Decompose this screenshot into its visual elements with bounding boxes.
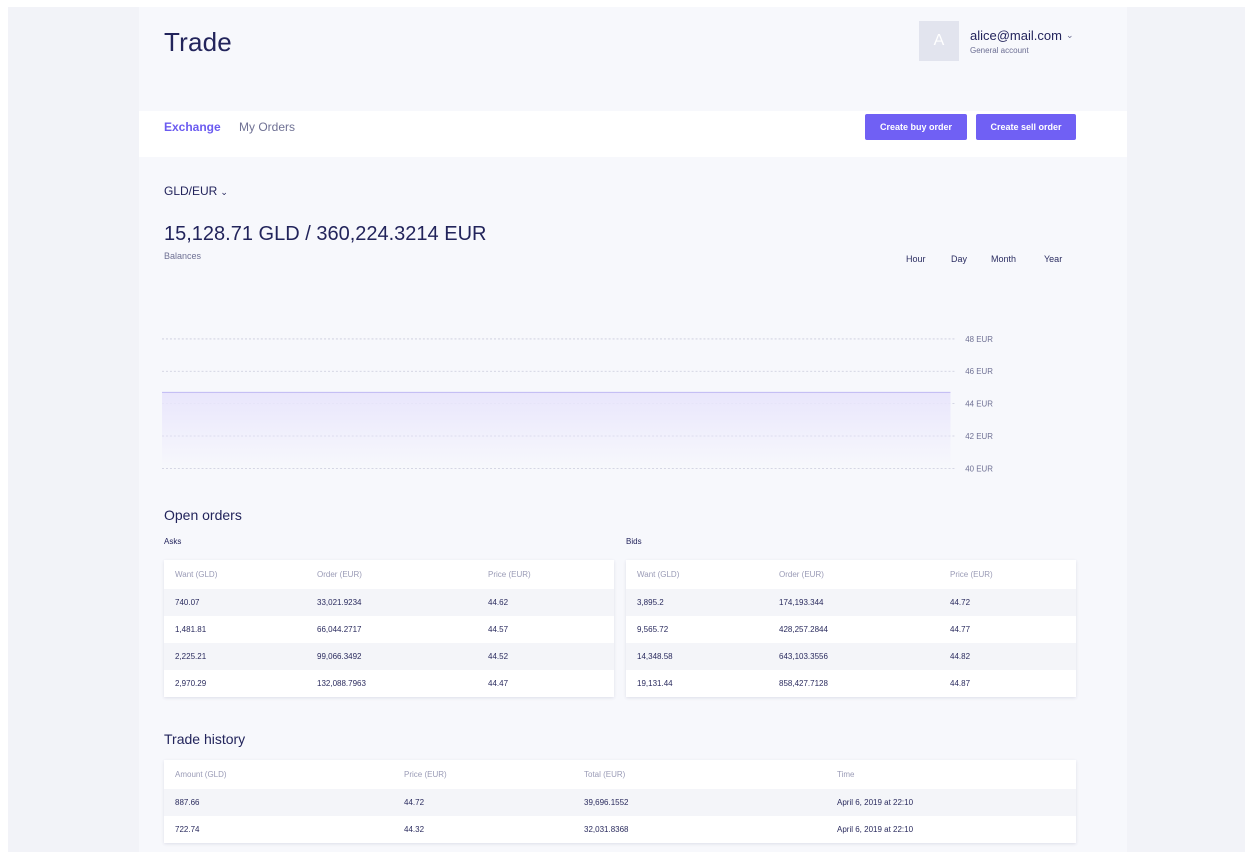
column-header[interactable]: Time [837,760,854,789]
table-cell: 2,225.21 [175,652,207,661]
table-cell: 19,131.44 [637,679,673,688]
column-header[interactable]: Want (GLD) [637,560,679,589]
avatar-initial: A [933,32,945,49]
table-cell: 32,031.8368 [584,825,629,834]
table-cell: 44.87 [950,679,971,688]
table-cell: 44.57 [488,625,509,634]
chevron-down-icon: ⌄ [220,187,228,197]
tab-exchange[interactable]: Exchange [164,120,221,134]
range-day[interactable]: Day [951,254,967,264]
table-row[interactable]: 14,348.58 643,103.3556 44.82 [626,643,1076,670]
table-cell: 14,348.58 [637,652,673,661]
asks-label: Asks [164,537,182,546]
table-row[interactable]: 2,225.21 99,066.3492 44.52 [164,643,614,670]
table-cell: 858,427.7128 [779,679,828,688]
column-header[interactable]: Price (EUR) [488,560,531,589]
range-year[interactable]: Year [1044,254,1062,264]
account-menu[interactable]: alice@mail.com ⌄ [970,28,1074,43]
table-row[interactable]: 1,481.81 66,044.2717 44.57 [164,616,614,643]
tab-my-orders[interactable]: My Orders [239,120,295,134]
table-cell: 740.07 [175,598,200,607]
avatar[interactable]: A [919,21,959,61]
trade-history-title: Trade history [164,731,246,747]
column-header[interactable]: Order (EUR) [317,560,362,589]
pair-selector[interactable]: GLD/EUR ⌄ [164,184,228,198]
column-header[interactable]: Total (EUR) [584,760,625,789]
table-cell: 2,970.29 [175,679,207,688]
table-cell: 39,696.1552 [584,798,629,807]
table-row[interactable]: 740.07 33,021.9234 44.62 [164,589,614,616]
table-header-row: Want (GLD) Order (EUR) Price (EUR) [164,560,614,589]
table-cell: 643,103.3556 [779,652,828,661]
table-row[interactable]: 2,970.29 132,088.7963 44.47 [164,670,614,697]
bids-label: Bids [626,537,642,546]
table-cell: 66,044.2717 [317,625,362,634]
table-cell: 44.77 [950,625,971,634]
table-cell: 44.72 [404,798,425,807]
table-cell: April 6, 2019 at 22:10 [837,825,914,834]
table-cell: 44.82 [950,652,971,661]
table-cell: 1,481.81 [175,625,207,634]
range-month[interactable]: Month [991,254,1016,264]
table-row[interactable]: 3,895.2 174,193.344 44.72 [626,589,1076,616]
table-cell: 44.32 [404,825,425,834]
table-row[interactable]: 9,565.72 428,257.2844 44.77 [626,616,1076,643]
user-email: alice@mail.com [970,28,1062,43]
page-title: Trade [164,27,232,57]
trade-history-table: Amount (GLD) Price (EUR) Total (EUR) Time 88… [164,760,1076,843]
table-cell: 99,066.3492 [317,652,362,661]
table-cell: 44.72 [950,598,971,607]
create-sell-order-button[interactable]: Create sell order [976,114,1076,140]
table-cell: April 6, 2019 at 22:10 [837,798,914,807]
table-header-row: Want (GLD) Order (EUR) Price (EUR) [626,560,1076,589]
table-row[interactable]: 887.66 44.72 39,696.1552 April 6, 2019 at 2… [164,789,1076,816]
column-header[interactable]: Order (EUR) [779,560,824,589]
pair-label: GLD/EUR [164,184,218,198]
table-cell: 9,565.72 [637,625,669,634]
table-row[interactable]: 19,131.44 858,427.7128 44.87 [626,670,1076,697]
table-cell: 3,895.2 [637,598,664,607]
range-hour[interactable]: Hour [906,254,926,264]
chevron-down-icon: ⌄ [1065,30,1074,40]
table-cell: 722.74 [175,825,200,834]
table-header-row: Amount (GLD) Price (EUR) Total (EUR) Time [164,760,1076,789]
bids-table: Want (GLD) Order (EUR) Price (EUR) 3,895.2 1… [626,560,1076,697]
column-header[interactable]: Price (EUR) [404,760,447,789]
table-cell: 44.47 [488,679,509,688]
table-cell: 887.66 [175,798,200,807]
table-cell: 428,257.2844 [779,625,828,634]
table-row[interactable]: 722.74 44.32 32,031.8368 April 6, 2019 at 2… [164,816,1076,843]
open-orders-title: Open orders [164,507,242,523]
column-header[interactable]: Amount (GLD) [175,760,227,789]
asks-table: Want (GLD) Order (EUR) Price (EUR) 740.07 33… [164,560,614,697]
account-type: General account [970,46,1029,55]
table-cell: 44.62 [488,598,509,607]
table-cell: 44.52 [488,652,509,661]
balance-value: 15,128.71 GLD / 360,224.3214 EUR [164,223,487,245]
table-cell: 132,088.7963 [317,679,366,688]
table-cell: 33,021.9234 [317,598,362,607]
column-header[interactable]: Price (EUR) [950,560,993,589]
column-header[interactable]: Want (GLD) [175,560,217,589]
balance-label: Balances [164,251,202,261]
create-buy-order-button[interactable]: Create buy order [865,114,967,140]
table-cell: 174,193.344 [779,598,824,607]
